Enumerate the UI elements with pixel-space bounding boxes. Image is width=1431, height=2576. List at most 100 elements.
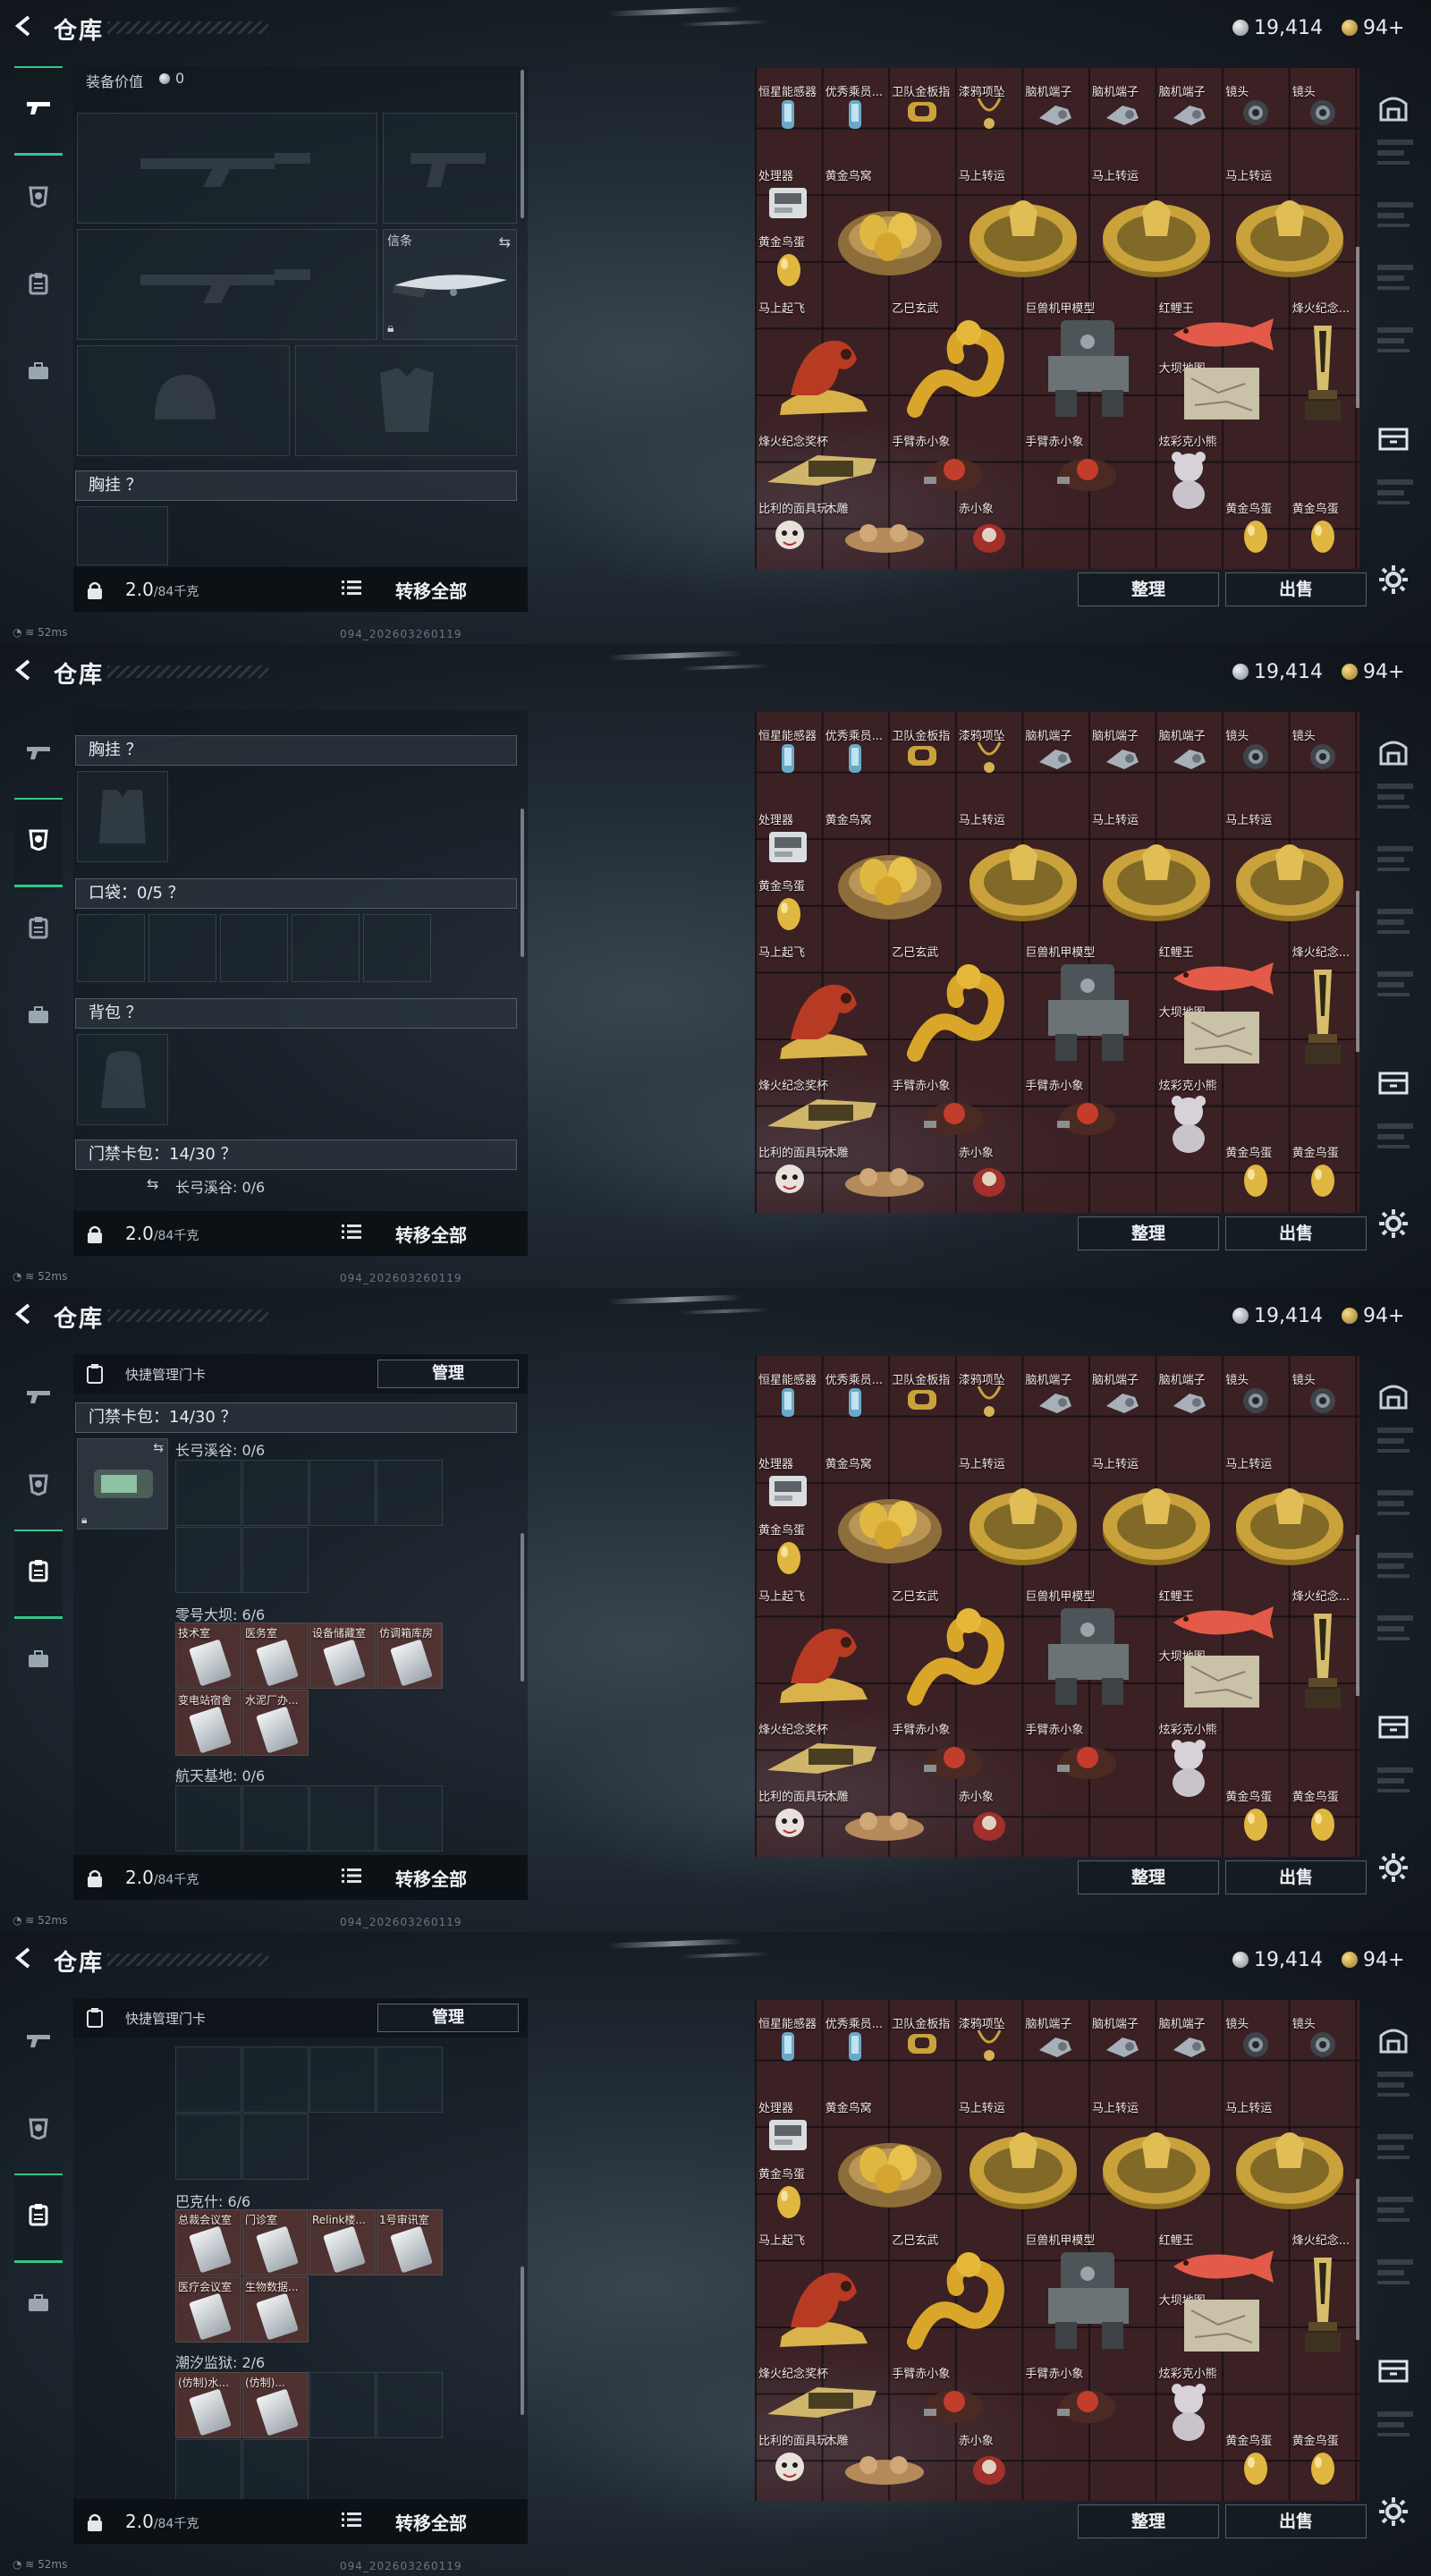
grid-item[interactable]: 赤小象 [955, 1785, 1022, 1852]
grid-item[interactable]: 镜头 [1289, 2012, 1356, 2080]
keycard-tab[interactable] [14, 886, 63, 975]
grid-item[interactable]: 手臂赤小象 [1021, 1718, 1155, 1785]
grid-item[interactable]: 手臂赤小象 [888, 1718, 1021, 1785]
grid-item[interactable]: 比利的面具玩... [755, 497, 839, 564]
empty-card-slot[interactable] [242, 1460, 309, 1526]
empty-card-slot[interactable] [242, 1527, 309, 1593]
grid-item[interactable]: 赤小象 [955, 2429, 1022, 2496]
grid-item[interactable]: 手臂赤小象 [1021, 2362, 1155, 2429]
grid-item[interactable]: 手臂赤小象 [1021, 430, 1155, 497]
grid-item[interactable]: 红鲤王 [1156, 941, 1289, 1001]
grid-item[interactable]: 马上转运 [1088, 2097, 1222, 2230]
keycard-item[interactable]: 变电站宿舍 [175, 1690, 241, 1756]
lock-icon[interactable] [86, 580, 104, 599]
sort-button[interactable]: 整理 [1078, 2504, 1219, 2538]
grid-item[interactable]: 手臂赤小象 [888, 2362, 1021, 2429]
keycard-item[interactable]: 1号审讯室 [377, 2209, 443, 2275]
grid-item[interactable]: 大坝地图... [1156, 1645, 1289, 1718]
grid-item[interactable]: 黄金鸟蛋 [1289, 1785, 1356, 1852]
grid-item[interactable]: 马上转运 [955, 1453, 1088, 1586]
grid-item[interactable]: 恒星能感器 [755, 1368, 822, 1436]
empty-card-slot[interactable] [377, 1785, 443, 1852]
armor-tab[interactable] [14, 1442, 63, 1531]
helmet-slot[interactable] [77, 345, 290, 456]
grid-item[interactable]: 烽火纪念... [1289, 941, 1356, 1074]
empty-card-slot[interactable] [175, 2046, 241, 2113]
swap-icon[interactable]: ⇆ [499, 233, 511, 250]
empty-card-slot[interactable] [377, 2046, 443, 2113]
sort-button[interactable]: 整理 [1078, 1216, 1219, 1250]
grid-item[interactable]: 黄金鸟蛋 [755, 231, 822, 298]
grid-item[interactable]: 卫队金板指 [888, 1368, 955, 1436]
grid-item[interactable]: 漆鸦项坠 [955, 724, 1022, 792]
grid-item[interactable]: 大坝地图... [1156, 1001, 1289, 1074]
empty-card-slot[interactable] [309, 1785, 376, 1852]
gold-currency[interactable]: 94+ [1342, 658, 1404, 685]
briefcase-tab[interactable] [14, 973, 63, 1063]
list-icon[interactable] [342, 579, 361, 600]
sell-button[interactable]: 出售 [1225, 572, 1367, 606]
grid-item[interactable]: 红鲤王 [1156, 2229, 1289, 2289]
grid-item[interactable]: 马上转运 [955, 2097, 1088, 2230]
chest-rig-header[interactable]: 胸挂 ？ [75, 735, 517, 766]
grid-item[interactable]: 巨兽机甲模型 [1021, 1585, 1155, 1718]
lock-icon[interactable] [86, 2512, 104, 2531]
grid-item[interactable]: 处理器 [755, 1453, 822, 1520]
list-icon[interactable] [342, 1867, 361, 1888]
grid-item[interactable]: 脑机端子 [1088, 80, 1156, 148]
knife-slot[interactable]: 信条 ⇆ 🔒︎ [383, 229, 517, 340]
grid-item[interactable]: 镜头 [1289, 724, 1356, 792]
grid-item[interactable]: 马上转运 [955, 809, 1088, 942]
grid-item[interactable]: 黄金鸟窝 [822, 165, 955, 298]
scrollbar[interactable] [521, 809, 524, 957]
grid-item[interactable]: 黄金鸟蛋 [1222, 497, 1289, 564]
empty-card-slot[interactable] [175, 2439, 241, 2505]
keycard-item[interactable]: 医疗会议室 [175, 2276, 241, 2343]
scrollbar[interactable] [1356, 247, 1359, 408]
settings-gear-icon[interactable] [1377, 2496, 1410, 2528]
grid-item[interactable]: 恒星能感器 [755, 80, 822, 148]
manage-button[interactable]: 管理 [377, 1360, 519, 1388]
scrollbar[interactable] [1356, 891, 1359, 1052]
silver-currency[interactable]: 19,414 [1232, 1302, 1323, 1329]
grid-item[interactable]: 镜头 [1289, 1368, 1356, 1436]
back-arrow-icon[interactable] [13, 1946, 39, 1973]
pocket-header[interactable]: 口袋：0/5 ？ [75, 878, 517, 909]
grid-item[interactable]: 镜头 [1289, 80, 1356, 148]
empty-card-slot[interactable] [175, 2114, 241, 2180]
grid-item[interactable]: 镜头 [1222, 724, 1289, 792]
grid-item[interactable]: 优秀乘员... [822, 2012, 889, 2080]
storage-arch-icon[interactable] [1377, 93, 1410, 125]
grid-item[interactable]: 炫彩克小熊 [1156, 1718, 1223, 1852]
silver-currency[interactable]: 19,414 [1232, 658, 1323, 685]
storage-arch-icon[interactable] [1377, 2025, 1410, 2057]
scrollbar[interactable] [521, 1533, 524, 1682]
grid-item[interactable]: 马上转运 [1222, 165, 1355, 298]
keycard-tab[interactable] [14, 2174, 63, 2263]
empty-card-slot[interactable] [242, 2439, 309, 2505]
pocket-slot[interactable] [292, 914, 360, 982]
grid-item[interactable]: 黄金鸟蛋 [755, 2163, 822, 2230]
transfer-all-button[interactable]: 转移全部 [395, 577, 467, 603]
grid-item[interactable]: 炫彩克小熊 [1156, 1074, 1223, 1208]
body-armor-slot[interactable] [295, 345, 517, 456]
swap-icon[interactable]: ⇆ [147, 1175, 158, 1192]
grid-item[interactable]: 黄金鸟蛋 [1222, 1785, 1289, 1852]
empty-card-slot[interactable] [242, 2046, 309, 2113]
empty-card-slot[interactable] [377, 2372, 443, 2438]
grid-item[interactable]: 手臂赤小象 [1021, 1074, 1155, 1141]
grid-item[interactable]: 脑机端子 [1021, 1368, 1088, 1436]
grid-item[interactable]: 烽火纪念... [1289, 2229, 1356, 2362]
grid-item[interactable]: 脑机端子 [1088, 2012, 1156, 2080]
empty-card-slot[interactable] [309, 2372, 376, 2438]
grid-item[interactable]: 镜头 [1222, 2012, 1289, 2080]
back-arrow-icon[interactable] [13, 14, 39, 41]
grid-item[interactable]: 脑机端子 [1088, 1368, 1156, 1436]
grid-item[interactable]: 马上起飞 [755, 1585, 888, 1718]
grid-item[interactable]: 黄金鸟窝 [822, 1453, 955, 1586]
grid-item[interactable]: 烽火纪念奖杯 [755, 430, 888, 497]
chest-icon[interactable] [1377, 1066, 1410, 1098]
grid-item[interactable]: 乙巳玄武 [888, 2229, 1021, 2362]
grid-item[interactable]: 漆鸦项坠 [955, 1368, 1022, 1436]
grid-item[interactable]: 脑机端子 [1021, 724, 1088, 792]
